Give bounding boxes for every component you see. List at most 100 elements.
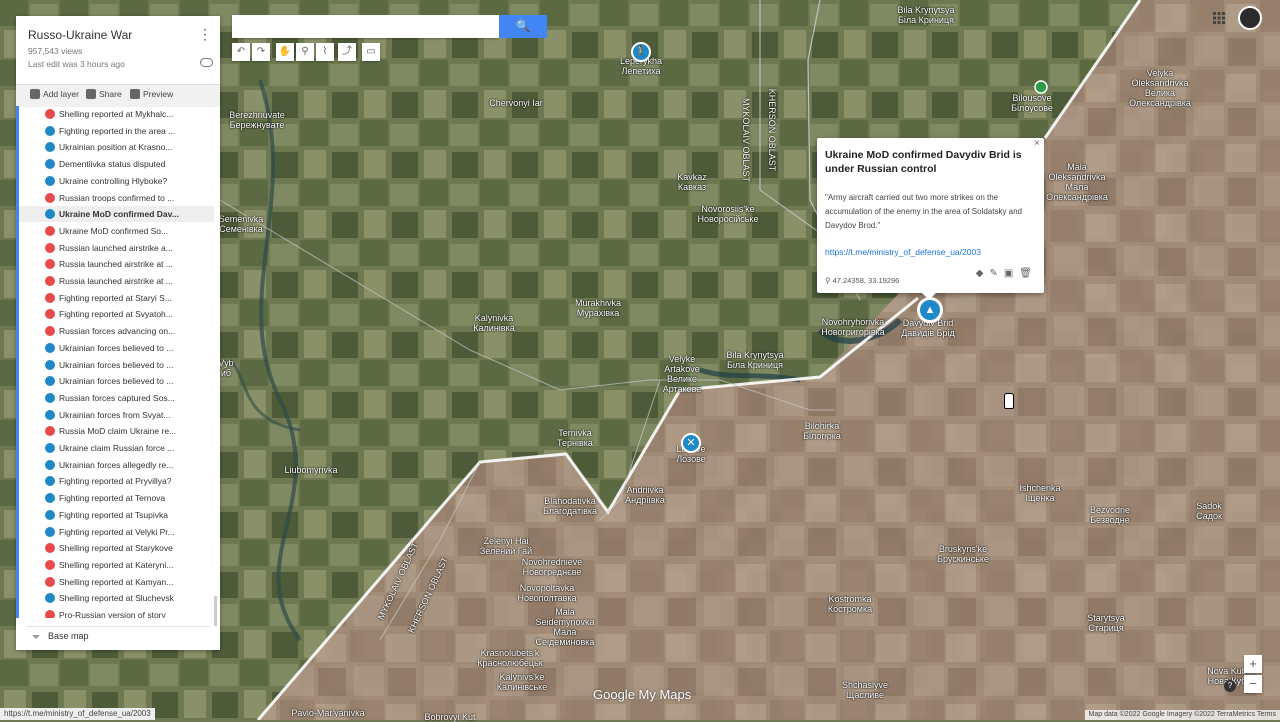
preview-label: Preview <box>143 89 174 99</box>
list-item[interactable]: Russian forces captured Sos... <box>19 390 214 406</box>
walker-marker-icon[interactable]: 🚶 <box>631 42 651 62</box>
list-item-label: Russian troops confirmed to ... <box>59 192 175 203</box>
map-label: Bruskyns'ke Брускинське <box>937 544 989 564</box>
flag-icon <box>45 459 55 470</box>
apps-grid-icon[interactable] <box>1213 12 1225 24</box>
map-label: Mala Oleksandrivka Мала Олександрівка <box>1046 162 1108 202</box>
ruler-icon[interactable]: ▭ <box>362 43 380 61</box>
list-item[interactable]: Russian troops confirmed to ... <box>19 190 214 206</box>
zoom-in-button[interactable]: + <box>1244 655 1262 673</box>
map-label: Bilousove Білоусове <box>1011 93 1053 113</box>
share-label: Share <box>99 89 122 99</box>
search-button[interactable]: 🔍 <box>499 15 547 38</box>
list-item-label: Ukraine controlling Hlyboke? <box>59 175 168 186</box>
list-item[interactable]: Pro-Russian version of story <box>19 607 214 618</box>
share-button[interactable]: Share <box>86 89 122 99</box>
base-map-toggle[interactable]: Base map <box>32 631 89 641</box>
list-item[interactable]: Fighting reported at Staryi S... <box>19 290 214 306</box>
map-label: Novorosiis'ke Новоросійське <box>697 204 759 224</box>
map-label: MYKOLAIV OBLAST <box>741 97 751 183</box>
list-item-label: Ukrainian forces believed to ... <box>59 376 174 387</box>
camera-icon[interactable]: ▣ <box>1004 268 1019 279</box>
map-attribution[interactable]: Map data ©2022 Google Imagery ©2022 Terr… <box>1084 710 1280 720</box>
map-label: KHERSON OBLAST <box>767 88 777 172</box>
zoom-out-button[interactable]: − <box>1244 675 1262 693</box>
map-label: Sadok Садок <box>1196 501 1222 521</box>
map-legend-panel: Russo-Ukraine War 957,543 views Last edi… <box>16 16 220 650</box>
explosion-icon <box>45 593 55 604</box>
list-item[interactable]: Fighting reported at Svyatoh... <box>19 306 214 322</box>
map-label: Murakhivka Мурахівка <box>574 298 622 318</box>
crossed-swords-icon <box>45 509 55 520</box>
help-icon[interactable]: ? <box>1224 680 1236 692</box>
list-item[interactable]: Ukrainian forces believed to ... <box>19 373 214 389</box>
list-item[interactable]: Fighting reported at Ternova <box>19 490 214 506</box>
preview-button[interactable]: Preview <box>130 89 173 99</box>
map-label: Novohrednieve Новогреднєве <box>521 557 583 577</box>
marker-icon[interactable]: ⚲ <box>296 43 314 61</box>
list-item[interactable]: Ukrainian forces believed to ... <box>19 357 214 373</box>
map-label: Novohryhorivka Новогригорівка <box>821 317 885 337</box>
list-item[interactable]: Ukraine claim Russian force ... <box>19 440 214 456</box>
popup-actions: ◆✎▣🗑 <box>976 268 1038 279</box>
flag-icon <box>45 359 55 370</box>
list-item[interactable]: Russia MoD claim Ukraine re... <box>19 423 214 439</box>
list-item[interactable]: Ukraine controlling Hlyboke? <box>19 173 214 189</box>
list-item[interactable]: Dementiivka status disputed <box>19 156 214 172</box>
list-item[interactable]: Fighting reported at Velyki Pr... <box>19 524 214 540</box>
map-label: Kalynivka Калинівка <box>473 313 515 333</box>
list-item[interactable]: Russia launched airstrike at ... <box>19 273 214 289</box>
map-label: Bilohirka Білогірка <box>803 421 841 441</box>
eye-icon <box>130 89 140 99</box>
list-item[interactable]: Fighting reported at Tsupivka <box>19 507 214 523</box>
list-item[interactable]: Shelling reported at Kateryni... <box>19 557 214 573</box>
pencil-icon[interactable]: ✎ <box>989 268 1003 279</box>
crossed-swords-marker-icon[interactable]: ✕ <box>681 433 701 453</box>
list-item[interactable]: Shelling reported at Kamyan... <box>19 574 214 590</box>
list-item-label: Pro-Russian version of story <box>59 610 166 618</box>
trash-icon[interactable]: 🗑 <box>1019 268 1038 279</box>
list-item-label: Russian launched airstrike a... <box>59 242 173 253</box>
airplane-icon <box>45 259 55 270</box>
list-item[interactable]: Fighting reported in the area ... <box>19 123 214 139</box>
search-input[interactable] <box>232 15 499 38</box>
list-item[interactable]: Ukrainian forces allegedly re... <box>19 457 214 473</box>
list-item[interactable]: Russia launched airstrike at ... <box>19 256 214 272</box>
list-item-label: Fighting reported at Pryvillya? <box>59 476 172 487</box>
list-item[interactable]: Shelling reported at Mykhalc... <box>19 106 214 122</box>
redo-icon[interactable]: ↷ <box>252 43 270 61</box>
popup-description: "Army aircraft carried out two more stri… <box>825 193 1023 230</box>
list-item[interactable]: Shelling reported at Starykove <box>19 540 214 556</box>
list-item[interactable]: Shelling reported at Sluchevsk <box>19 590 214 606</box>
avatar[interactable] <box>1238 6 1262 30</box>
list-item[interactable]: Russian launched airstrike a... <box>19 240 214 256</box>
add-layer-button[interactable]: Add layer <box>30 89 79 99</box>
list-item[interactable]: Ukrainian position at Krasno... <box>19 139 214 155</box>
map-label: Liubomyrivka <box>284 465 338 475</box>
list-item[interactable]: Fighting reported at Pryvillya? <box>19 473 214 489</box>
list-item[interactable]: Ukraine MoD confirmed Dav... <box>19 206 214 223</box>
hand-icon[interactable]: ✋ <box>276 43 294 61</box>
triangle-marker-icon[interactable]: ▲ <box>917 297 943 323</box>
list-item-label: Shelling reported at Kamyan... <box>59 576 174 587</box>
paint-bucket-icon[interactable]: ◆ <box>976 268 990 279</box>
list-item[interactable]: Ukrainian forces believed to ... <box>19 340 214 356</box>
list-item[interactable]: Russian forces advancing on... <box>19 323 214 339</box>
add-layer-label: Add layer <box>43 89 79 99</box>
list-item[interactable]: Ukrainian forces from Svyat... <box>19 407 214 423</box>
popup-link[interactable]: https://t.me/ministry_of_defense_ua/2003 <box>825 247 981 257</box>
feature-info-popup: × Ukraine MoD confirmed Davydiv Brid is … <box>817 138 1044 300</box>
list-item-label: Dementiivka status disputed <box>59 159 166 170</box>
map-label: Kalynivs'ke Калинівське <box>496 672 548 692</box>
map-label: Mala Seidemynovka Мала Сеідеминовка <box>535 607 595 647</box>
map-title[interactable]: Russo-Ukraine War <box>28 28 132 42</box>
map-label: Kostromka Костромка <box>827 594 873 614</box>
status-url: https://t.me/ministry_of_defense_ua/2003 <box>0 708 155 720</box>
directions-icon[interactable]: ⤴ <box>338 43 356 61</box>
list-item[interactable]: Ukraine MoD confirmed So... <box>19 223 214 239</box>
scrollbar[interactable] <box>214 596 217 626</box>
draw-line-icon[interactable]: ⌇ <box>316 43 334 61</box>
undo-icon[interactable]: ↶ <box>232 43 250 61</box>
close-icon[interactable]: × <box>1034 138 1040 149</box>
more-options-icon[interactable]: ⋮ <box>198 26 212 43</box>
